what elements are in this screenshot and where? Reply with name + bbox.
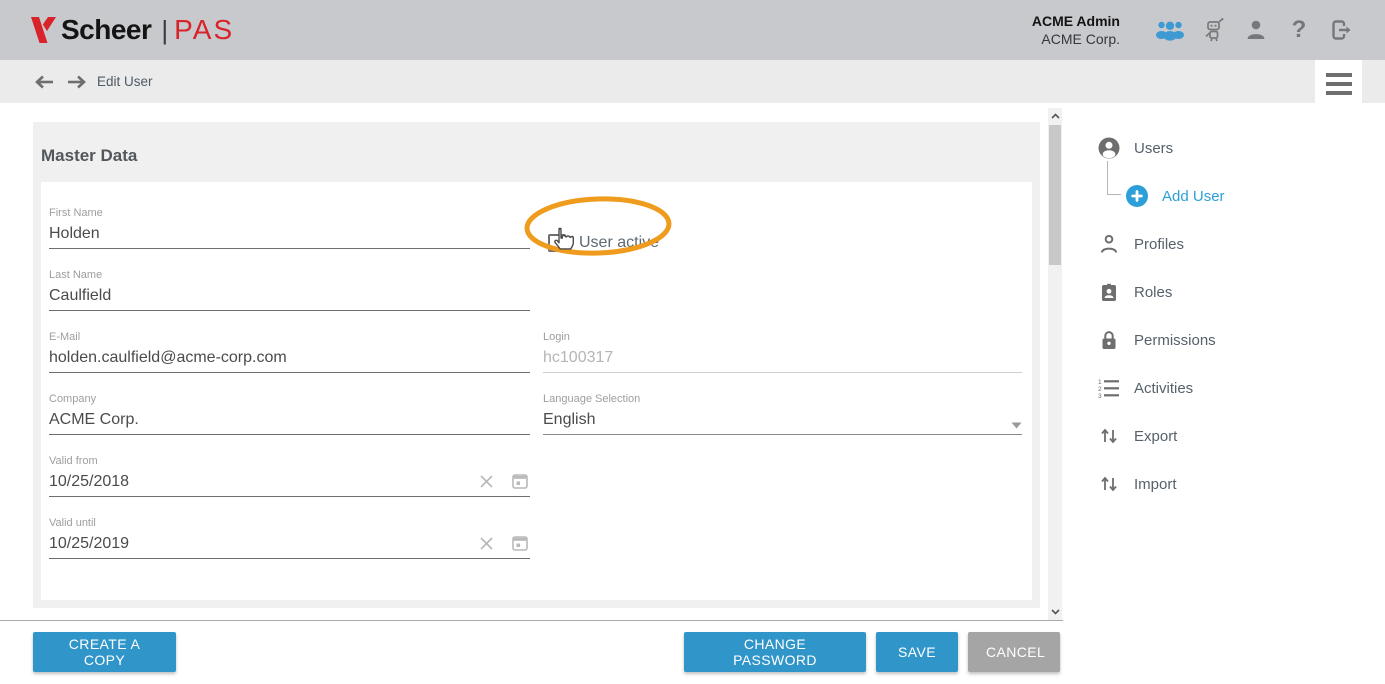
svg-text:2: 2	[1098, 386, 1102, 393]
email-value[interactable]: holden.caulfield@acme-corp.com	[49, 349, 530, 367]
valid-from-field[interactable]: Valid from 10/25/2018	[49, 455, 530, 517]
sidebar-item-activities[interactable]: 1 2 3 Activities	[1098, 364, 1368, 412]
calendar-icon[interactable]	[510, 471, 530, 491]
first-name-label: First Name	[49, 207, 530, 222]
scrollbar-thumb[interactable]	[1049, 125, 1061, 265]
logout-icon[interactable]	[1327, 15, 1357, 45]
company-field[interactable]: Company ACME Corp.	[49, 393, 530, 455]
sidebar-item-users[interactable]: Users	[1098, 124, 1368, 172]
user-active-row: User active	[548, 232, 1022, 254]
app-header: Scheer | PAS ACME Admin ACME Corp.	[0, 0, 1385, 60]
sidebar-item-export[interactable]: Export	[1098, 412, 1368, 460]
svg-text:1: 1	[1098, 379, 1102, 386]
sidebar-item-label: Import	[1134, 476, 1177, 493]
hamburger-menu-icon[interactable]	[1315, 60, 1362, 108]
language-value[interactable]: English	[543, 411, 1010, 429]
help-icon[interactable]: ?	[1284, 15, 1314, 45]
email-field[interactable]: E-Mail holden.caulfield@acme-corp.com	[49, 331, 530, 393]
profile-icon[interactable]	[1241, 15, 1271, 45]
user-active-checkbox[interactable]	[548, 234, 566, 252]
master-data-panel: Master Data First Name Holden User activ…	[33, 122, 1040, 608]
numbered-list-icon: 1 2 3	[1098, 377, 1120, 399]
first-name-field[interactable]: First Name Holden	[49, 207, 530, 269]
admin-sidebar: Users Add User Profiles	[1098, 124, 1368, 508]
person-outline-icon	[1098, 233, 1120, 255]
cancel-button[interactable]: CANCEL	[968, 632, 1060, 672]
sidebar-item-label: Permissions	[1134, 332, 1216, 349]
sidebar-item-label: Add User	[1162, 188, 1225, 205]
sidebar-item-label: Export	[1134, 428, 1177, 445]
content-scrollbar	[1048, 108, 1062, 620]
language-label: Language Selection	[543, 393, 1022, 408]
import-export-icon	[1098, 425, 1120, 447]
back-arrow-icon[interactable]	[33, 73, 55, 91]
scroll-down-icon[interactable]	[1048, 604, 1062, 620]
chevron-down-icon	[1010, 422, 1022, 429]
last-name-field[interactable]: Last Name Caulfield	[49, 269, 530, 331]
clear-date-icon[interactable]	[476, 471, 496, 491]
panel-title: Master Data	[33, 122, 1040, 166]
first-name-value[interactable]: Holden	[49, 225, 530, 243]
company-value[interactable]: ACME Corp.	[49, 411, 530, 429]
sidebar-item-label: Activities	[1134, 380, 1193, 397]
login-field: Login hc100317	[543, 331, 1022, 393]
account-circle-icon	[1098, 137, 1120, 159]
clear-date-icon[interactable]	[476, 533, 496, 553]
create-copy-button[interactable]: CREATE A COPY	[33, 632, 176, 672]
language-select-field[interactable]: Language Selection English	[543, 393, 1022, 455]
sidebar-item-add-user[interactable]: Add User	[1098, 172, 1368, 220]
scheer-pas-logo: Scheer | PAS	[30, 14, 234, 46]
sidebar-item-label: Users	[1134, 140, 1173, 157]
robot-icon[interactable]	[1198, 15, 1228, 45]
product-text: PAS	[174, 14, 234, 46]
import-export-icon	[1098, 473, 1120, 495]
user-management-icon[interactable]	[1155, 15, 1185, 45]
scheer-logo-mark	[30, 15, 57, 45]
tree-connector	[1107, 161, 1121, 195]
sidebar-item-label: Roles	[1134, 284, 1172, 301]
change-password-button[interactable]: CHANGE PASSWORD	[684, 632, 866, 672]
valid-from-label: Valid from	[49, 455, 530, 470]
sidebar-item-label: Profiles	[1134, 236, 1184, 253]
sidebar-item-profiles[interactable]: Profiles	[1098, 220, 1368, 268]
sidebar-item-permissions[interactable]: Permissions	[1098, 316, 1368, 364]
save-button[interactable]: SAVE	[876, 632, 958, 672]
email-label: E-Mail	[49, 331, 530, 346]
valid-from-value[interactable]: 10/25/2018	[49, 473, 462, 491]
last-name-value[interactable]: Caulfield	[49, 287, 530, 305]
master-data-form: First Name Holden User active Last Name …	[41, 182, 1032, 600]
lock-icon	[1098, 329, 1120, 351]
svg-text:3: 3	[1098, 393, 1102, 398]
sidebar-item-roles[interactable]: Roles	[1098, 268, 1368, 316]
user-active-label: User active	[579, 234, 659, 252]
add-circle-icon	[1126, 185, 1148, 207]
scroll-up-icon[interactable]	[1048, 108, 1062, 124]
current-user-name: ACME Admin	[1032, 12, 1120, 30]
main-area: Master Data First Name Holden User activ…	[0, 103, 1385, 684]
forward-arrow-icon[interactable]	[66, 73, 88, 91]
badge-icon	[1098, 281, 1120, 303]
valid-until-value[interactable]: 10/25/2019	[49, 535, 462, 553]
login-value: hc100317	[543, 349, 1022, 367]
calendar-icon[interactable]	[510, 533, 530, 553]
brand-text: Scheer	[61, 14, 151, 46]
last-name-label: Last Name	[49, 269, 530, 284]
valid-until-label: Valid until	[49, 517, 530, 532]
company-label: Company	[49, 393, 530, 408]
footer-divider	[0, 620, 1063, 621]
page-title: Edit User	[97, 74, 153, 89]
sidebar-item-import[interactable]: Import	[1098, 460, 1368, 508]
current-user-org: ACME Corp.	[1032, 30, 1120, 48]
current-user-info: ACME Admin ACME Corp.	[1032, 12, 1120, 48]
brand-divider: |	[161, 15, 168, 46]
login-label: Login	[543, 331, 1022, 346]
valid-until-field[interactable]: Valid until 10/25/2019	[49, 517, 530, 579]
breadcrumb-bar: Edit User	[0, 60, 1385, 103]
